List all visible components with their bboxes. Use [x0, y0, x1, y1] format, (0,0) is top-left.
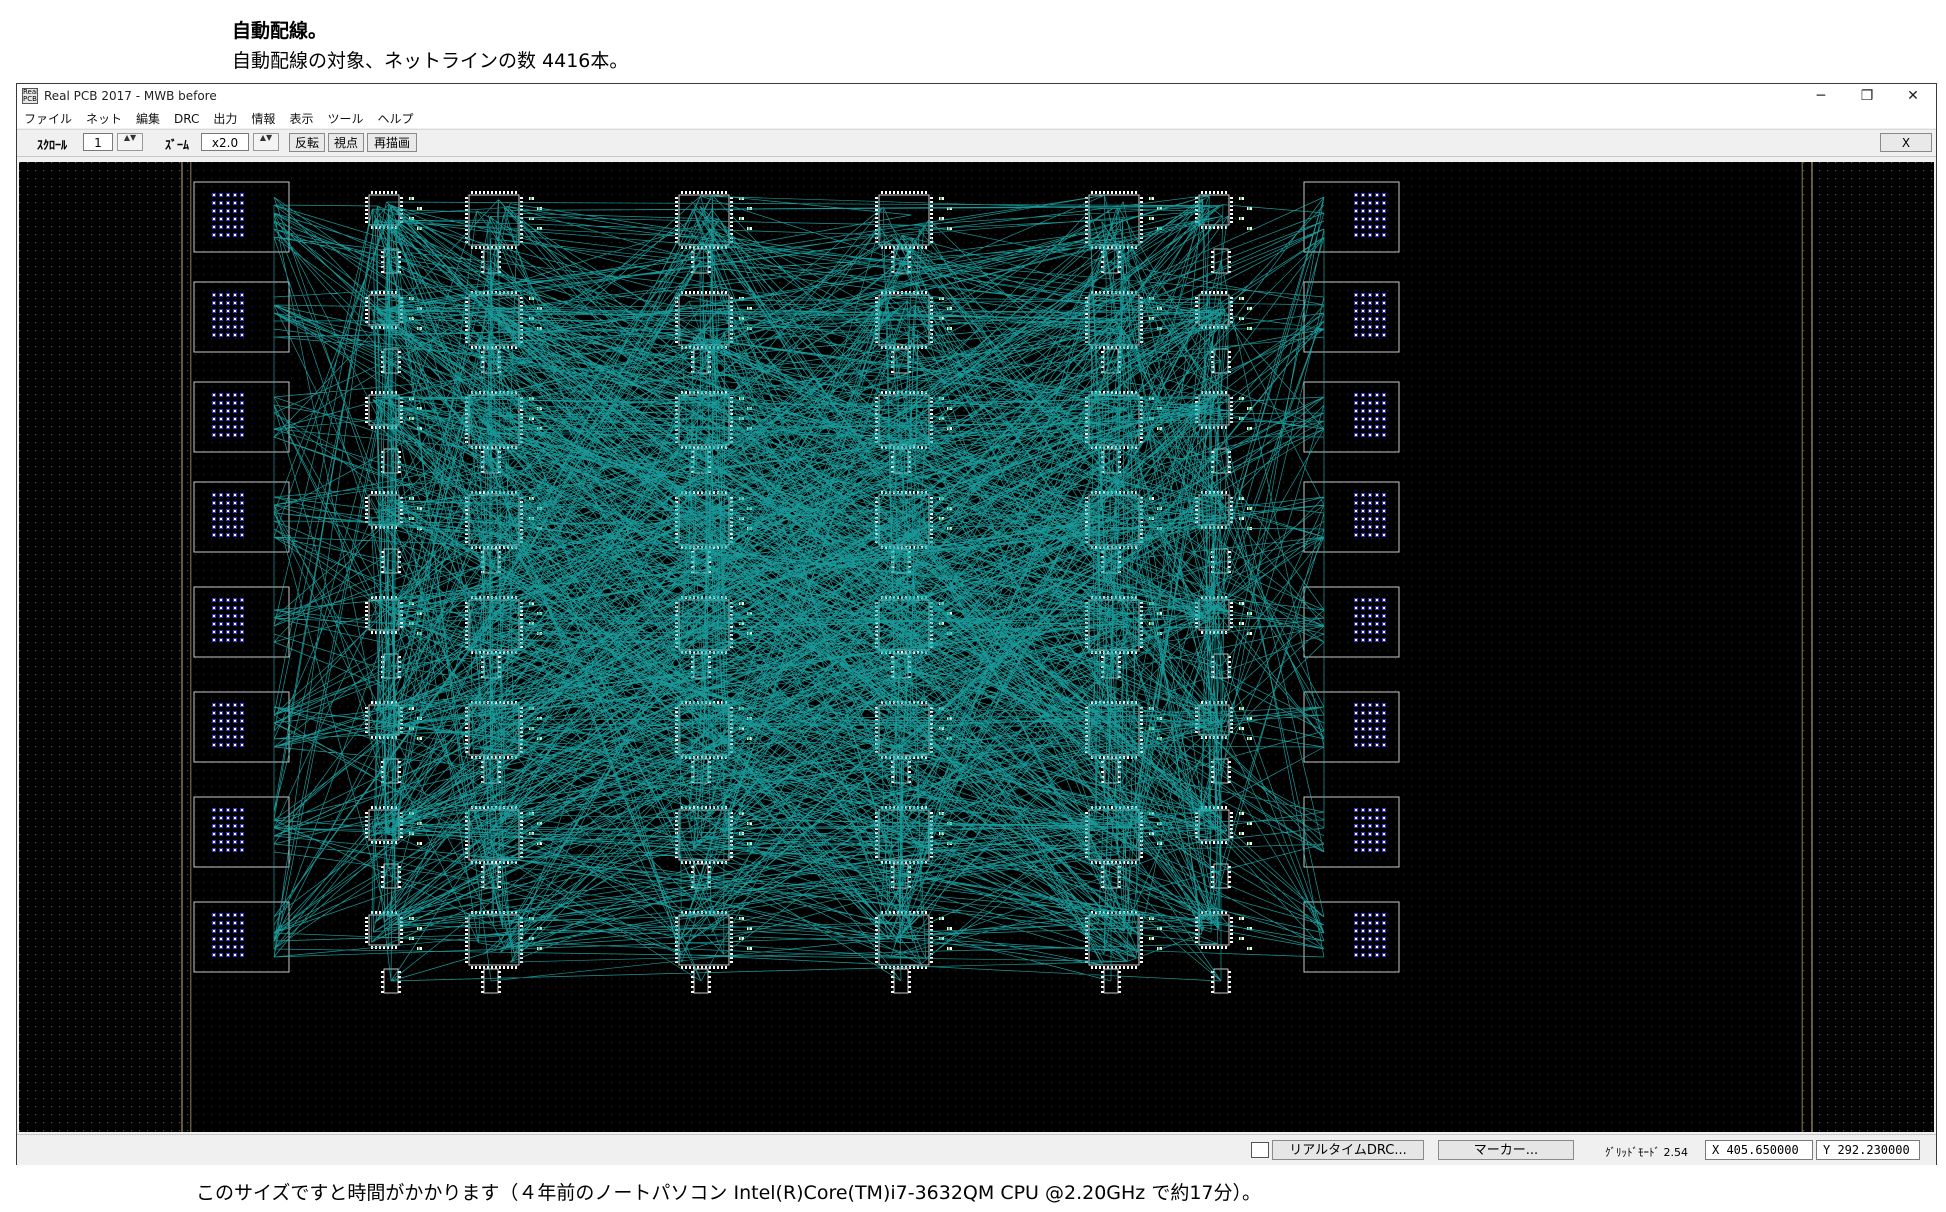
scroll-spinner[interactable]: ▲▼: [117, 133, 143, 151]
menu-info[interactable]: 情報: [244, 108, 282, 129]
realtime-drc-button[interactable]: リアルタイムDRC...: [1272, 1140, 1424, 1160]
close-icon[interactable]: ✕: [1890, 84, 1936, 108]
status-bar: リアルタイムDRC... マーカー... ｸﾞﾘｯﾄﾞﾓｰﾄﾞ 2.54 X 4…: [17, 1134, 1936, 1165]
scroll-input[interactable]: 1: [83, 133, 113, 151]
menu-view[interactable]: 表示: [282, 108, 320, 129]
minimize-icon[interactable]: ─: [1798, 84, 1844, 108]
scroll-label: ｽｸﾛｰﾙ: [37, 138, 68, 152]
redraw-button[interactable]: 再描画: [367, 133, 417, 152]
menu-output[interactable]: 出力: [206, 108, 244, 129]
zoom-spinner[interactable]: ▲▼: [253, 133, 279, 151]
zoom-input[interactable]: x2.0: [201, 133, 249, 151]
page-caption: このサイズですと時間がかかります（４年前のノートパソコン Intel(R)Cor…: [196, 1182, 1261, 1204]
title-bar: Real PCB Real PCB 2017 - MWB before ─ ❐ …: [17, 84, 1936, 108]
grid-mode-label: ｸﾞﾘｯﾄﾞﾓｰﾄﾞ 2.54: [1605, 1146, 1688, 1159]
menu-edit[interactable]: 編集: [129, 108, 167, 129]
window-title: Real PCB 2017 - MWB before: [44, 89, 217, 103]
maximize-icon[interactable]: ❐: [1844, 84, 1890, 108]
menu-bar: ファイル ネット 編集 DRC 出力 情報 表示 ツール ヘルプ: [17, 108, 1936, 128]
pcb-board[interactable]: [19, 162, 1934, 1132]
flip-button[interactable]: 反転: [289, 133, 325, 152]
page-heading: 自動配線。: [232, 20, 328, 42]
app-icon: Real PCB: [22, 88, 38, 104]
menu-net[interactable]: ネット: [79, 108, 129, 129]
zoom-label: ｽﾞｰﾑ: [165, 138, 190, 152]
x-coordinate: X 405.650000: [1705, 1140, 1813, 1160]
toolbar: ｽｸﾛｰﾙ 1 ▲▼ ｽﾞｰﾑ x2.0 ▲▼ 反転 視点 再描画 X: [17, 129, 1936, 157]
menu-help[interactable]: ヘルプ: [370, 108, 420, 129]
pcb-canvas[interactable]: [19, 162, 1934, 1132]
toolbar-close-button[interactable]: X: [1880, 133, 1932, 152]
menu-tools[interactable]: ツール: [320, 108, 370, 129]
viewpoint-button[interactable]: 視点: [328, 133, 364, 152]
page-subheading: 自動配線の対象、ネットラインの数 4416本。: [232, 50, 629, 72]
menu-drc[interactable]: DRC: [167, 110, 206, 128]
menu-file[interactable]: ファイル: [17, 108, 79, 129]
marker-button[interactable]: マーカー...: [1438, 1140, 1574, 1160]
y-coordinate: Y 292.230000: [1816, 1140, 1920, 1160]
app-window: Real PCB Real PCB 2017 - MWB before ─ ❐ …: [16, 83, 1937, 1165]
realtime-drc-checkbox[interactable]: [1251, 1142, 1269, 1158]
